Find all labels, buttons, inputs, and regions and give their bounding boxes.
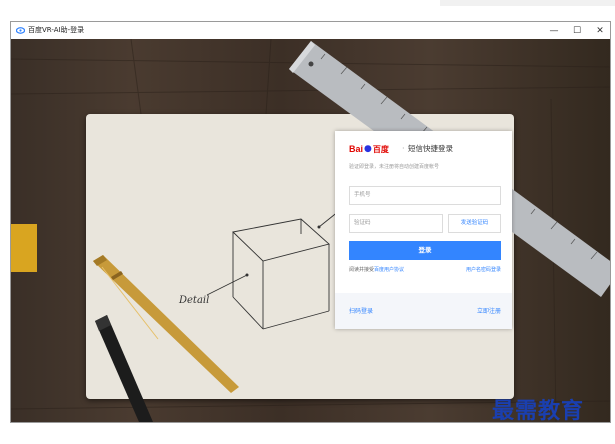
verification-code-input[interactable]: 验证码 xyxy=(349,214,443,233)
maximize-button[interactable]: ☐ xyxy=(565,22,589,39)
app-icon xyxy=(16,27,25,34)
title-bar: 百度VR-AI助-登录 — ☐ ✕ xyxy=(11,22,610,39)
paw-icon: ● xyxy=(364,144,372,154)
title-separator: · xyxy=(402,144,405,153)
login-button[interactable]: 登录 xyxy=(349,241,501,260)
agreement-link[interactable]: 百度用户协议 xyxy=(374,267,404,273)
card-subtitle: 验证即登录，未注册将自动创建百度帐号 xyxy=(349,164,440,170)
logo-baidu-text: 百度 xyxy=(372,144,389,154)
scan-login-link[interactable]: 扫码登录 xyxy=(349,306,373,315)
cube-sketch xyxy=(206,210,340,330)
close-button[interactable]: ✕ xyxy=(588,22,612,39)
watermark: 最需教育 xyxy=(492,398,585,424)
agreement-prefix: 阅读并接受 xyxy=(349,267,375,273)
card-footer: 扫码登录 立即注册 xyxy=(335,293,512,329)
card-title: 短信快捷登录 xyxy=(408,144,453,153)
gold-pen-image xyxy=(93,255,239,393)
top-strip xyxy=(440,0,615,6)
baidu-logo: Bai ● 百度 xyxy=(349,143,389,155)
agreement-text: 阅读并接受百度用户协议 xyxy=(349,266,404,273)
phone-input[interactable]: 手机号 xyxy=(349,186,501,205)
register-link[interactable]: 立即注册 xyxy=(477,306,501,315)
login-background: Detail Bai ● 百度 · 短信快捷登录 验证即登录，未注册将自动创建百… xyxy=(11,39,610,422)
sketch-label: Detail xyxy=(178,295,209,306)
send-code-button[interactable]: 发送验证码 xyxy=(448,214,501,233)
window-title: 百度VR-AI助-登录 xyxy=(28,26,85,34)
close-icon: ✕ xyxy=(596,25,604,36)
login-card: Bai ● 百度 · 短信快捷登录 验证即登录，未注册将自动创建百度帐号 手机号… xyxy=(335,131,512,329)
app-window: 百度VR-AI助-登录 — ☐ ✕ Detail Bai ● 百度 · 短信快捷… xyxy=(10,21,611,423)
minimize-button[interactable]: — xyxy=(542,22,566,39)
minimize-icon: — xyxy=(549,25,559,36)
sketch-illustration: Detail xyxy=(93,41,610,422)
password-login-link[interactable]: 用户名密码登录 xyxy=(466,266,501,273)
black-pen-image xyxy=(95,315,153,422)
maximize-icon: ☐ xyxy=(572,25,582,36)
logo-bai-text: Bai xyxy=(349,144,364,154)
